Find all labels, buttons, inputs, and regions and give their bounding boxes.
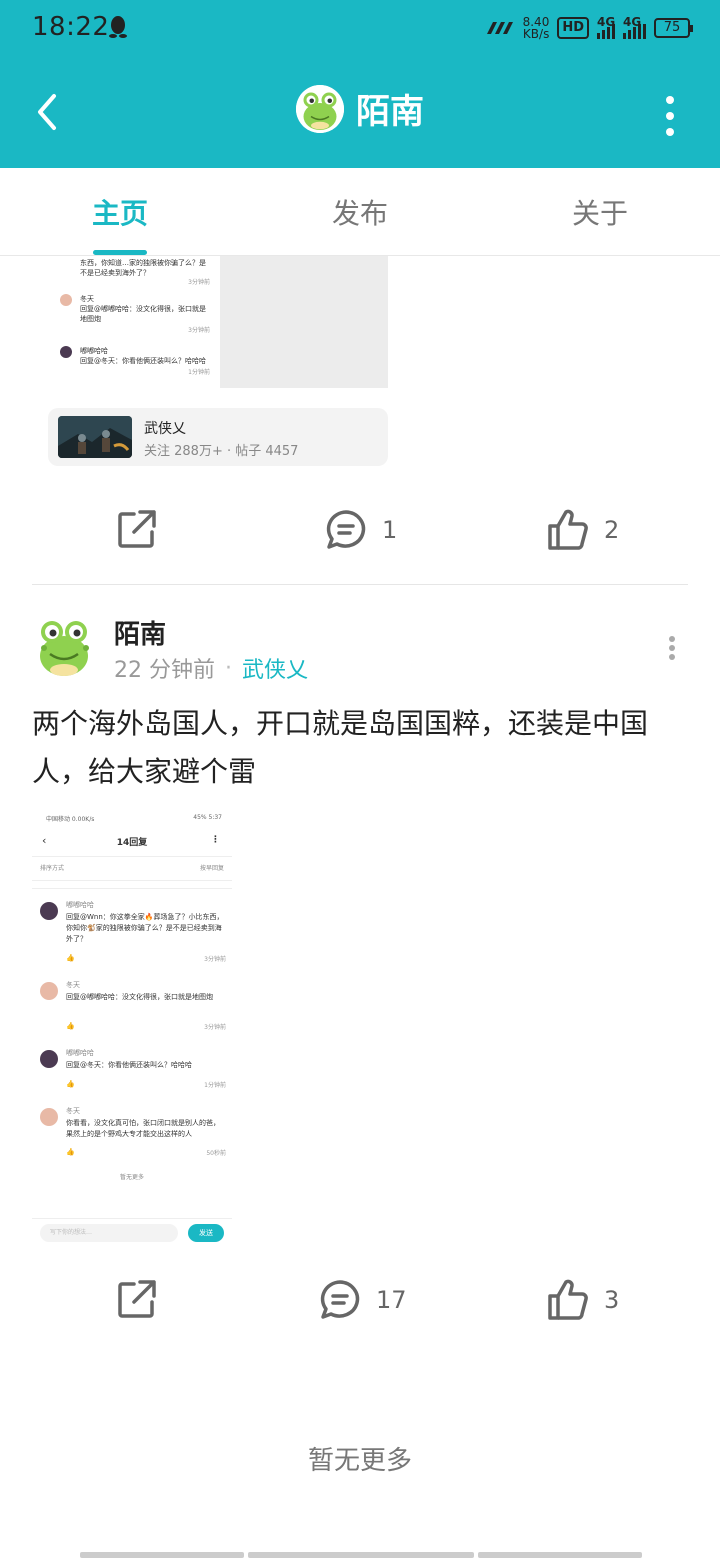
divider <box>32 584 688 585</box>
avatar <box>40 1050 58 1068</box>
post2-action-bar: 17 3 <box>0 1270 720 1330</box>
share-icon <box>118 510 156 548</box>
like-button[interactable]: 3 <box>546 1270 619 1330</box>
page: 18:22 8.40 KB/s HD 4G 4G 75 陌南 主页 发布 关于 … <box>0 0 720 1560</box>
qq-icon <box>109 16 127 38</box>
status-icons: 8.40 KB/s HD 4G 4G 75 <box>485 14 693 42</box>
like-count: 3 <box>604 1286 620 1314</box>
post1-action-bar: 1 2 <box>0 500 720 560</box>
comment-icon <box>320 1280 360 1319</box>
dot-icon <box>666 112 674 120</box>
post1-image-placeholder[interactable] <box>220 256 388 388</box>
list-item: 嘟嘟哈哈 回复@Wnn：你这拳全家🔥葬场急了？小比东西，你知你🐒家的独限被你骗了… <box>40 900 226 964</box>
thumbs-up-icon: 👍 <box>66 1022 75 1030</box>
list-item: 冬天 你看看，没文化真可怕，张口闭口就是别人的爸，果然上的是个野鸡大专才能交出这… <box>40 1106 226 1162</box>
no-more-label: 暂无更多 <box>307 1446 412 1476</box>
tab-bar: 主页 发布 关于 <box>0 168 720 256</box>
avatar <box>40 982 58 1000</box>
share-icon <box>118 1280 156 1318</box>
separator-dot: · <box>225 655 232 681</box>
frog-avatar-icon <box>296 84 344 133</box>
dot-icon <box>669 636 675 642</box>
avatar <box>60 346 72 358</box>
thumbs-up-icon <box>548 509 588 550</box>
post-meta: 22 分钟前 · 武侠乂 <box>114 652 308 684</box>
nav-title-group: 陌南 <box>0 84 720 133</box>
page-title: 陌南 <box>356 92 424 132</box>
scroll-indicator <box>80 1552 642 1558</box>
thumbs-up-icon: 👍 <box>66 1148 75 1156</box>
post-forum-link[interactable]: 武侠乂 <box>242 652 308 684</box>
signal-icon-sim2: 4G <box>623 15 646 39</box>
dot-icon <box>669 654 675 660</box>
tab-posts[interactable]: 发布 <box>240 168 480 255</box>
list-item: 嘟嘟哈哈 回复@冬天：你看他俩还装叫么？哈哈哈 1分钟前 <box>60 346 210 376</box>
post2-image[interactable]: 中国移动 0.00K/s 45% 5:37 ‹ 14回复 ⋮ 排序方式 按早回复… <box>32 808 232 1248</box>
comment-button[interactable]: 1 <box>324 500 397 560</box>
vibrate-icon <box>486 22 513 34</box>
comment-icon <box>326 510 366 549</box>
list-item: 冬天 回复@嘟嘟哈哈：没文化得很，张口就是地图炮 👍 3分钟前 <box>40 980 226 1034</box>
avatar <box>60 294 72 306</box>
status-time: 18:22 <box>32 12 110 42</box>
comment-count: 17 <box>376 1286 407 1314</box>
like-count: 2 <box>604 516 620 544</box>
more-options-button[interactable] <box>660 96 680 136</box>
avatar[interactable] <box>296 84 344 133</box>
list-item: 嘟嘟哈哈 回复@冬天：你看他俩还装叫么？哈哈哈 👍 1分钟前 <box>40 1048 226 1092</box>
avatar[interactable] <box>32 614 96 678</box>
comment-button[interactable]: 17 <box>318 1270 407 1330</box>
share-button[interactable] <box>114 1270 158 1330</box>
tab-about[interactable]: 关于 <box>480 168 720 255</box>
hd-icon: HD <box>557 17 589 39</box>
post-author[interactable]: 陌南 <box>114 614 166 651</box>
status-bar: 18:22 8.40 KB/s HD 4G 4G 75 <box>0 0 720 56</box>
battery-icon: 75 <box>654 18 693 38</box>
thumbs-up-icon: 👍 <box>66 954 75 962</box>
comment-count: 1 <box>382 516 398 544</box>
dot-icon <box>666 128 674 136</box>
signal-icon-sim1: 4G <box>597 15 615 39</box>
forum-stats: 关注 288万+ · 帖子 4457 <box>144 444 299 459</box>
dot-icon <box>666 96 674 104</box>
forum-card[interactable]: 武侠乂 关注 288万+ · 帖子 4457 <box>48 408 388 466</box>
dot-icon <box>669 645 675 651</box>
forum-name: 武侠乂 <box>144 421 186 437</box>
thumbs-up-icon <box>548 1279 588 1320</box>
list-item: 东西，你知道…家的独限被你骗了么？是不是已经卖到海外了？ 3分钟前 <box>80 259 210 286</box>
network-speed: 8.40 KB/s <box>522 15 550 41</box>
tab-home[interactable]: 主页 <box>0 168 240 255</box>
nav-bar: 陌南 <box>0 56 720 168</box>
app-header: 18:22 8.40 KB/s HD 4G 4G 75 陌南 <box>0 0 720 168</box>
forum-thumbnail <box>58 416 132 458</box>
post-time: 22 分钟前 <box>114 658 215 683</box>
game-scene-icon <box>58 416 132 458</box>
list-item: 冬天 回复@嘟嘟哈哈：没文化得很，张口就是地图炮 3分钟前 <box>60 294 210 334</box>
more-icon: ⋮ <box>211 835 220 845</box>
share-button[interactable] <box>114 500 158 560</box>
thumbs-up-icon: 👍 <box>66 1080 75 1088</box>
avatar <box>40 902 58 920</box>
post-text[interactable]: 两个海外岛国人，开口就是岛国国粹，还装是中国人，给大家避个雷 <box>32 700 688 796</box>
post1-image[interactable]: 东西，你知道…家的独限被你骗了么？是不是已经卖到海外了？ 3分钟前 冬天 回复@… <box>48 256 218 386</box>
like-button[interactable]: 2 <box>546 500 619 560</box>
frog-avatar-icon <box>40 621 89 676</box>
post-more-button[interactable] <box>668 636 676 660</box>
avatar <box>40 1108 58 1126</box>
